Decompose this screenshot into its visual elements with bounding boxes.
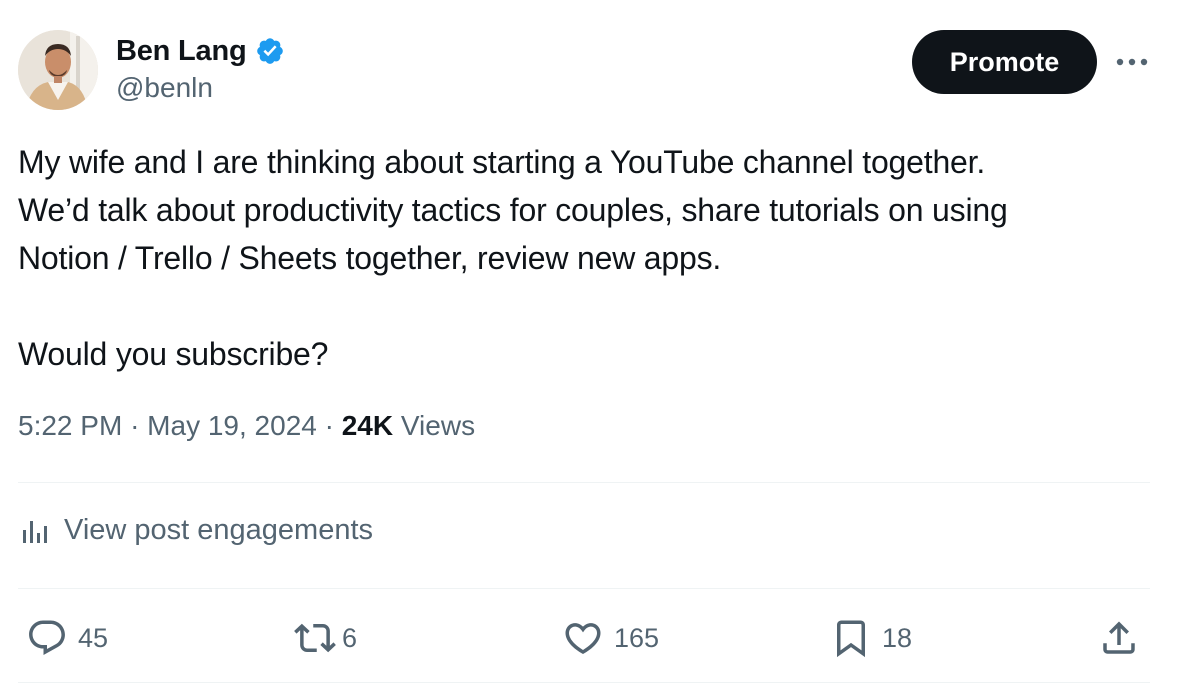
share-button[interactable] [1098,610,1140,666]
post-date[interactable]: May 19, 2024 [147,410,317,441]
action-bar: 45 6 165 18 [0,610,1184,666]
divider [18,682,1150,683]
bar-chart-icon [20,516,50,546]
repost-button[interactable]: 6 [294,610,357,666]
post-meta: 5:22 PM · May 19, 2024 · 24K Views [18,410,475,442]
view-engagements-link[interactable]: View post engagements [20,514,373,547]
post-time[interactable]: 5:22 PM [18,410,122,441]
reply-button[interactable]: 45 [26,610,108,666]
post-text: My wife and I are thinking about startin… [18,144,1008,372]
like-button[interactable]: 165 [562,610,659,666]
bookmark-count: 18 [882,622,913,653]
divider [18,588,1150,589]
author-block: Ben Lang @benln [116,32,285,104]
author-handle[interactable]: @benln [116,72,285,104]
promote-button[interactable]: Promote [912,30,1097,94]
avatar[interactable] [18,30,98,110]
repost-count: 6 [342,622,358,653]
meta-separator: · [130,410,140,441]
meta-separator: · [324,410,334,441]
display-name[interactable]: Ben Lang [116,35,247,68]
like-count: 165 [614,622,660,653]
divider [18,482,1150,483]
bookmark-icon [837,620,865,658]
heart-icon [565,623,601,655]
avatar-photo [18,30,98,110]
views-label: Views [400,410,476,441]
more-options-icon[interactable] [1112,47,1152,77]
name-row: Ben Lang [116,32,285,70]
reply-count: 45 [78,622,109,653]
share-icon [1103,621,1135,654]
bookmark-button[interactable]: 18 [830,610,912,666]
view-engagements-label: View post engagements [64,514,374,546]
reply-icon [29,620,65,655]
post-header: Ben Lang @benln Promote [18,30,1168,110]
repost-icon [294,623,336,653]
views-count: 24K [341,410,394,441]
verified-badge-icon[interactable] [255,36,285,66]
